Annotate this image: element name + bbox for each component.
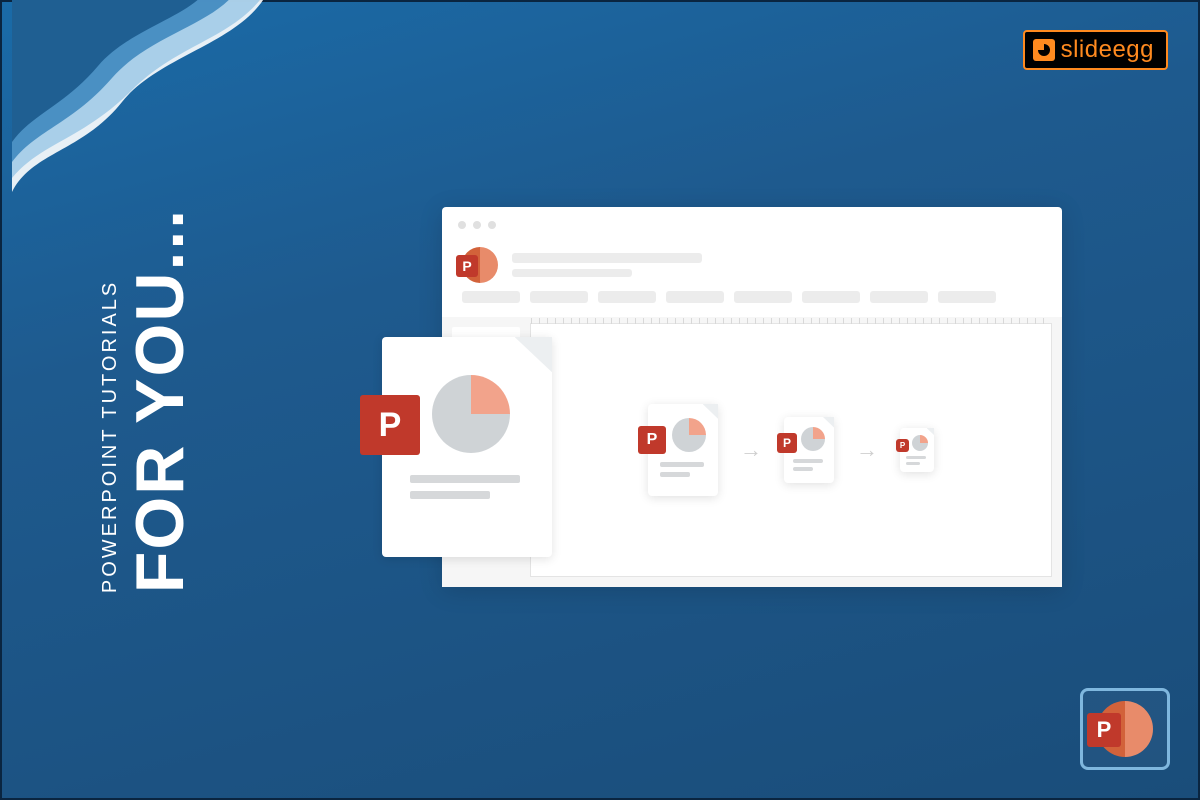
ribbon-tabs-placeholder — [462, 291, 996, 303]
arrow-right-icon: → — [740, 437, 762, 463]
powerpoint-corner-badge: P — [1080, 688, 1170, 770]
slide-canvas: P → P → P — [530, 323, 1052, 577]
banner-subtitle: POWERPOINT TUTORIALS — [100, 207, 123, 592]
slideegg-logo-icon — [1033, 39, 1055, 61]
ppt-file-xsmall-icon: P — [900, 428, 934, 472]
left-banner: POWERPOINT TUTORIALS FOR YOU... — [32, 2, 262, 798]
slideegg-logo: slideegg — [1023, 30, 1168, 70]
ruler-icon — [531, 318, 1051, 324]
ppt-file-small-icon: P — [784, 417, 834, 483]
illustration-area: P P → P — [382, 207, 1062, 607]
powerpoint-icon: P — [1097, 701, 1153, 757]
banner-text: POWERPOINT TUTORIALS FOR YOU... — [32, 2, 262, 798]
banner-title: FOR YOU... — [127, 207, 195, 592]
powerpoint-app-icon: P — [462, 247, 498, 283]
ppt-file-medium-icon: P — [648, 404, 718, 496]
arrow-right-icon: → — [856, 437, 878, 463]
window-controls-icon — [458, 221, 496, 229]
slideegg-logo-text: slideegg — [1061, 36, 1154, 64]
placeholder-line — [512, 253, 702, 263]
placeholder-line — [512, 269, 632, 277]
ppt-file-large-icon: P — [382, 337, 552, 557]
